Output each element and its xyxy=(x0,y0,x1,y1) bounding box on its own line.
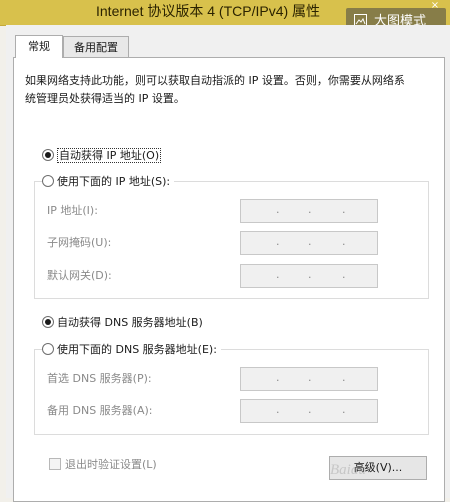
ip-separator: . xyxy=(342,235,346,248)
auto-ip-radio[interactable]: 自动获得 IP 地址(O) xyxy=(42,148,166,164)
ip-separator: . xyxy=(276,203,280,216)
subnet-mask-label: 子网掩码(U): xyxy=(47,236,112,249)
ip-address-input[interactable]: . . . xyxy=(240,199,378,223)
tab-general[interactable]: 常规 xyxy=(15,35,63,58)
auto-dns-radio[interactable]: 自动获得 DNS 服务器地址(B) xyxy=(42,315,207,331)
ip-separator: . xyxy=(308,268,312,281)
preferred-dns-label: 首选 DNS 服务器(P): xyxy=(47,372,152,385)
ip-separator: . xyxy=(276,403,280,416)
ip-separator: . xyxy=(342,371,346,384)
ip-separator: . xyxy=(276,371,280,384)
alternate-dns-input[interactable]: . . . xyxy=(240,399,378,423)
validate-on-exit-checkbox[interactable]: 退出时验证设置(L) xyxy=(49,457,157,473)
radio-checked-icon xyxy=(42,316,54,328)
auto-ip-label: 自动获得 IP 地址(O) xyxy=(57,148,162,163)
ip-separator: . xyxy=(308,371,312,384)
subnet-mask-input[interactable]: . . . xyxy=(240,231,378,255)
radio-unchecked-icon xyxy=(42,175,54,187)
validate-on-exit-label: 退出时验证设置(L) xyxy=(65,458,157,471)
manual-ip-label: 使用下面的 IP 地址(S): xyxy=(57,175,171,188)
default-gateway-input[interactable]: . . . xyxy=(240,264,378,288)
ip-separator: . xyxy=(342,403,346,416)
default-gateway-label: 默认网关(D): xyxy=(47,269,112,282)
advanced-button[interactable]: 高级(V)... xyxy=(329,456,427,480)
ip-separator: . xyxy=(276,235,280,248)
ip-separator: . xyxy=(342,268,346,281)
alternate-dns-label: 备用 DNS 服务器(A): xyxy=(47,404,153,417)
preferred-dns-input[interactable]: . . . xyxy=(240,367,378,391)
description-text: 如果网络支持此功能，则可以获取自动指派的 IP 设置。否则，你需要从网络系统管理… xyxy=(25,74,405,105)
manual-dns-label: 使用下面的 DNS 服务器地址(E): xyxy=(57,343,217,356)
radio-unchecked-icon xyxy=(42,343,54,355)
manual-dns-radio[interactable]: 使用下面的 DNS 服务器地址(E): xyxy=(42,342,221,358)
ip-address-label: IP 地址(I): xyxy=(47,204,98,217)
ip-separator: . xyxy=(276,268,280,281)
tab-alternate-configuration[interactable]: 备用配置 xyxy=(63,36,129,57)
window-title: Internet 协议版本 4 (TCP/IPv4) 属性 xyxy=(96,3,321,19)
ip-separator: . xyxy=(308,235,312,248)
checkbox-unchecked-icon xyxy=(49,458,61,470)
ip-separator: . xyxy=(342,203,346,216)
ip-separator: . xyxy=(308,403,312,416)
manual-ip-radio[interactable]: 使用下面的 IP 地址(S): xyxy=(42,174,175,190)
radio-checked-icon xyxy=(42,149,54,161)
ip-separator: . xyxy=(308,203,312,216)
auto-dns-label: 自动获得 DNS 服务器地址(B) xyxy=(57,316,203,329)
